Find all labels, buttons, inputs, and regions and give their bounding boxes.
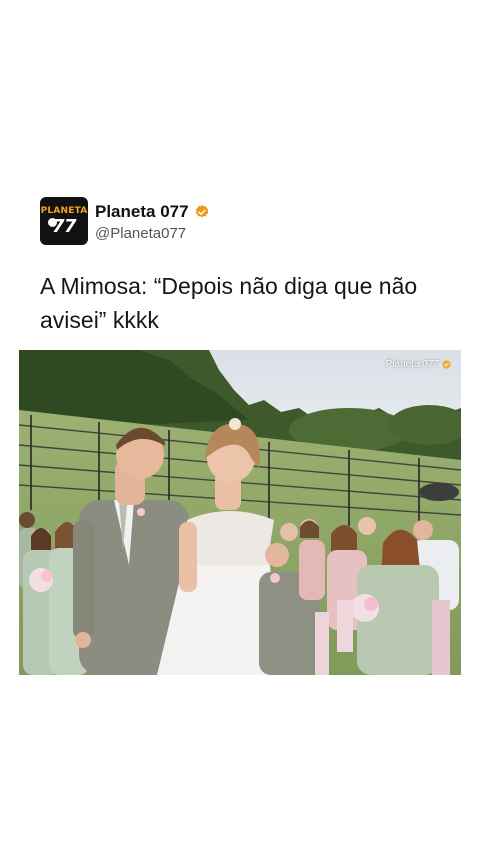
post-author[interactable]: PLANETA 77 Planeta 077 @Planeta077 <box>40 197 210 245</box>
avatar-logo-number: 77 <box>51 216 77 237</box>
watermark-verified-icon <box>442 360 451 369</box>
post-video[interactable]: Planeta 077 <box>19 350 461 675</box>
author-names: Planeta 077 @Planeta077 <box>95 201 210 242</box>
watermark-text: Planeta 077 <box>385 359 439 370</box>
avatar-logo-text: PLANETA <box>40 206 88 216</box>
verified-badge-icon <box>195 204 208 217</box>
author-display-name[interactable]: Planeta 077 <box>95 202 189 222</box>
page: PLANETA 77 Planeta 077 @Planeta077 A Mim… <box>0 0 480 854</box>
author-avatar[interactable]: PLANETA 77 <box>40 197 88 245</box>
author-handle[interactable]: @Planeta077 <box>95 225 210 242</box>
video-watermark: Planeta 077 <box>386 359 451 370</box>
video-frame-image <box>19 350 461 675</box>
post-text: A Mimosa: “Depois não diga que não avise… <box>40 273 418 333</box>
